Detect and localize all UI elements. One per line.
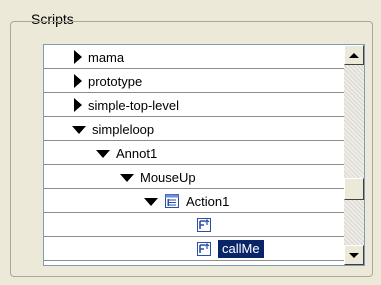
tree-node-action1[interactable]: Action1 — [144, 189, 229, 213]
function-icon — [197, 242, 211, 256]
tree-node-label: simple-top-level — [88, 97, 180, 113]
function-icon — [197, 218, 211, 232]
tree-node-label: Annot1 — [116, 145, 158, 161]
tree-row[interactable]: MouseUp — [44, 165, 344, 189]
tree-node-label: mama — [88, 49, 125, 65]
scroll-up-button[interactable] — [344, 45, 364, 65]
tree-node-function[interactable] — [196, 213, 218, 237]
tree-row[interactable]: prototype — [44, 69, 344, 93]
tree-row[interactable]: simpleloop — [44, 117, 344, 141]
arrow-down-icon — [349, 252, 359, 258]
tree-row[interactable]: callMe — [44, 237, 344, 261]
tree-row[interactable]: Annot1 — [44, 141, 344, 165]
tree-row[interactable]: simple-top-level — [44, 93, 344, 117]
expanded-triangle-icon[interactable] — [120, 174, 134, 182]
scripts-tree[interactable]: mama prototype simple-top-level simplelo… — [43, 44, 365, 266]
expanded-triangle-icon[interactable] — [72, 126, 86, 134]
expanded-triangle-icon[interactable] — [144, 198, 158, 206]
expanded-triangle-icon[interactable] — [96, 150, 110, 158]
tree-node-callme[interactable]: callMe — [196, 237, 264, 261]
scrollbar-thumb[interactable] — [344, 178, 364, 200]
tree-node-mama[interactable]: mama — [74, 45, 124, 69]
tree-node-label: Action1 — [186, 193, 230, 209]
tree-node-simple-top-level[interactable]: simple-top-level — [74, 93, 179, 117]
tree-node-mouseup[interactable]: MouseUp — [120, 165, 196, 189]
arrow-up-icon — [349, 52, 359, 58]
tree-row[interactable] — [44, 213, 344, 237]
collapsed-triangle-icon[interactable] — [74, 74, 82, 88]
tree-node-simpleloop[interactable]: simpleloop — [72, 117, 154, 141]
scroll-down-button[interactable] — [344, 245, 364, 265]
collapsed-triangle-icon[interactable] — [74, 98, 82, 112]
tree-row[interactable]: Action1 — [44, 189, 344, 213]
script-document-icon — [165, 194, 179, 208]
tree-node-label: MouseUp — [140, 169, 196, 185]
tree-node-annot1[interactable]: Annot1 — [96, 141, 157, 165]
tree-node-label: prototype — [88, 73, 143, 89]
tree-node-label: simpleloop — [92, 121, 155, 137]
tree-row[interactable]: mama — [44, 45, 344, 69]
vertical-scrollbar[interactable] — [344, 45, 364, 265]
tree-node-label-selected: callMe — [218, 240, 264, 258]
tree-node-prototype[interactable]: prototype — [74, 69, 142, 93]
collapsed-triangle-icon[interactable] — [74, 50, 82, 64]
